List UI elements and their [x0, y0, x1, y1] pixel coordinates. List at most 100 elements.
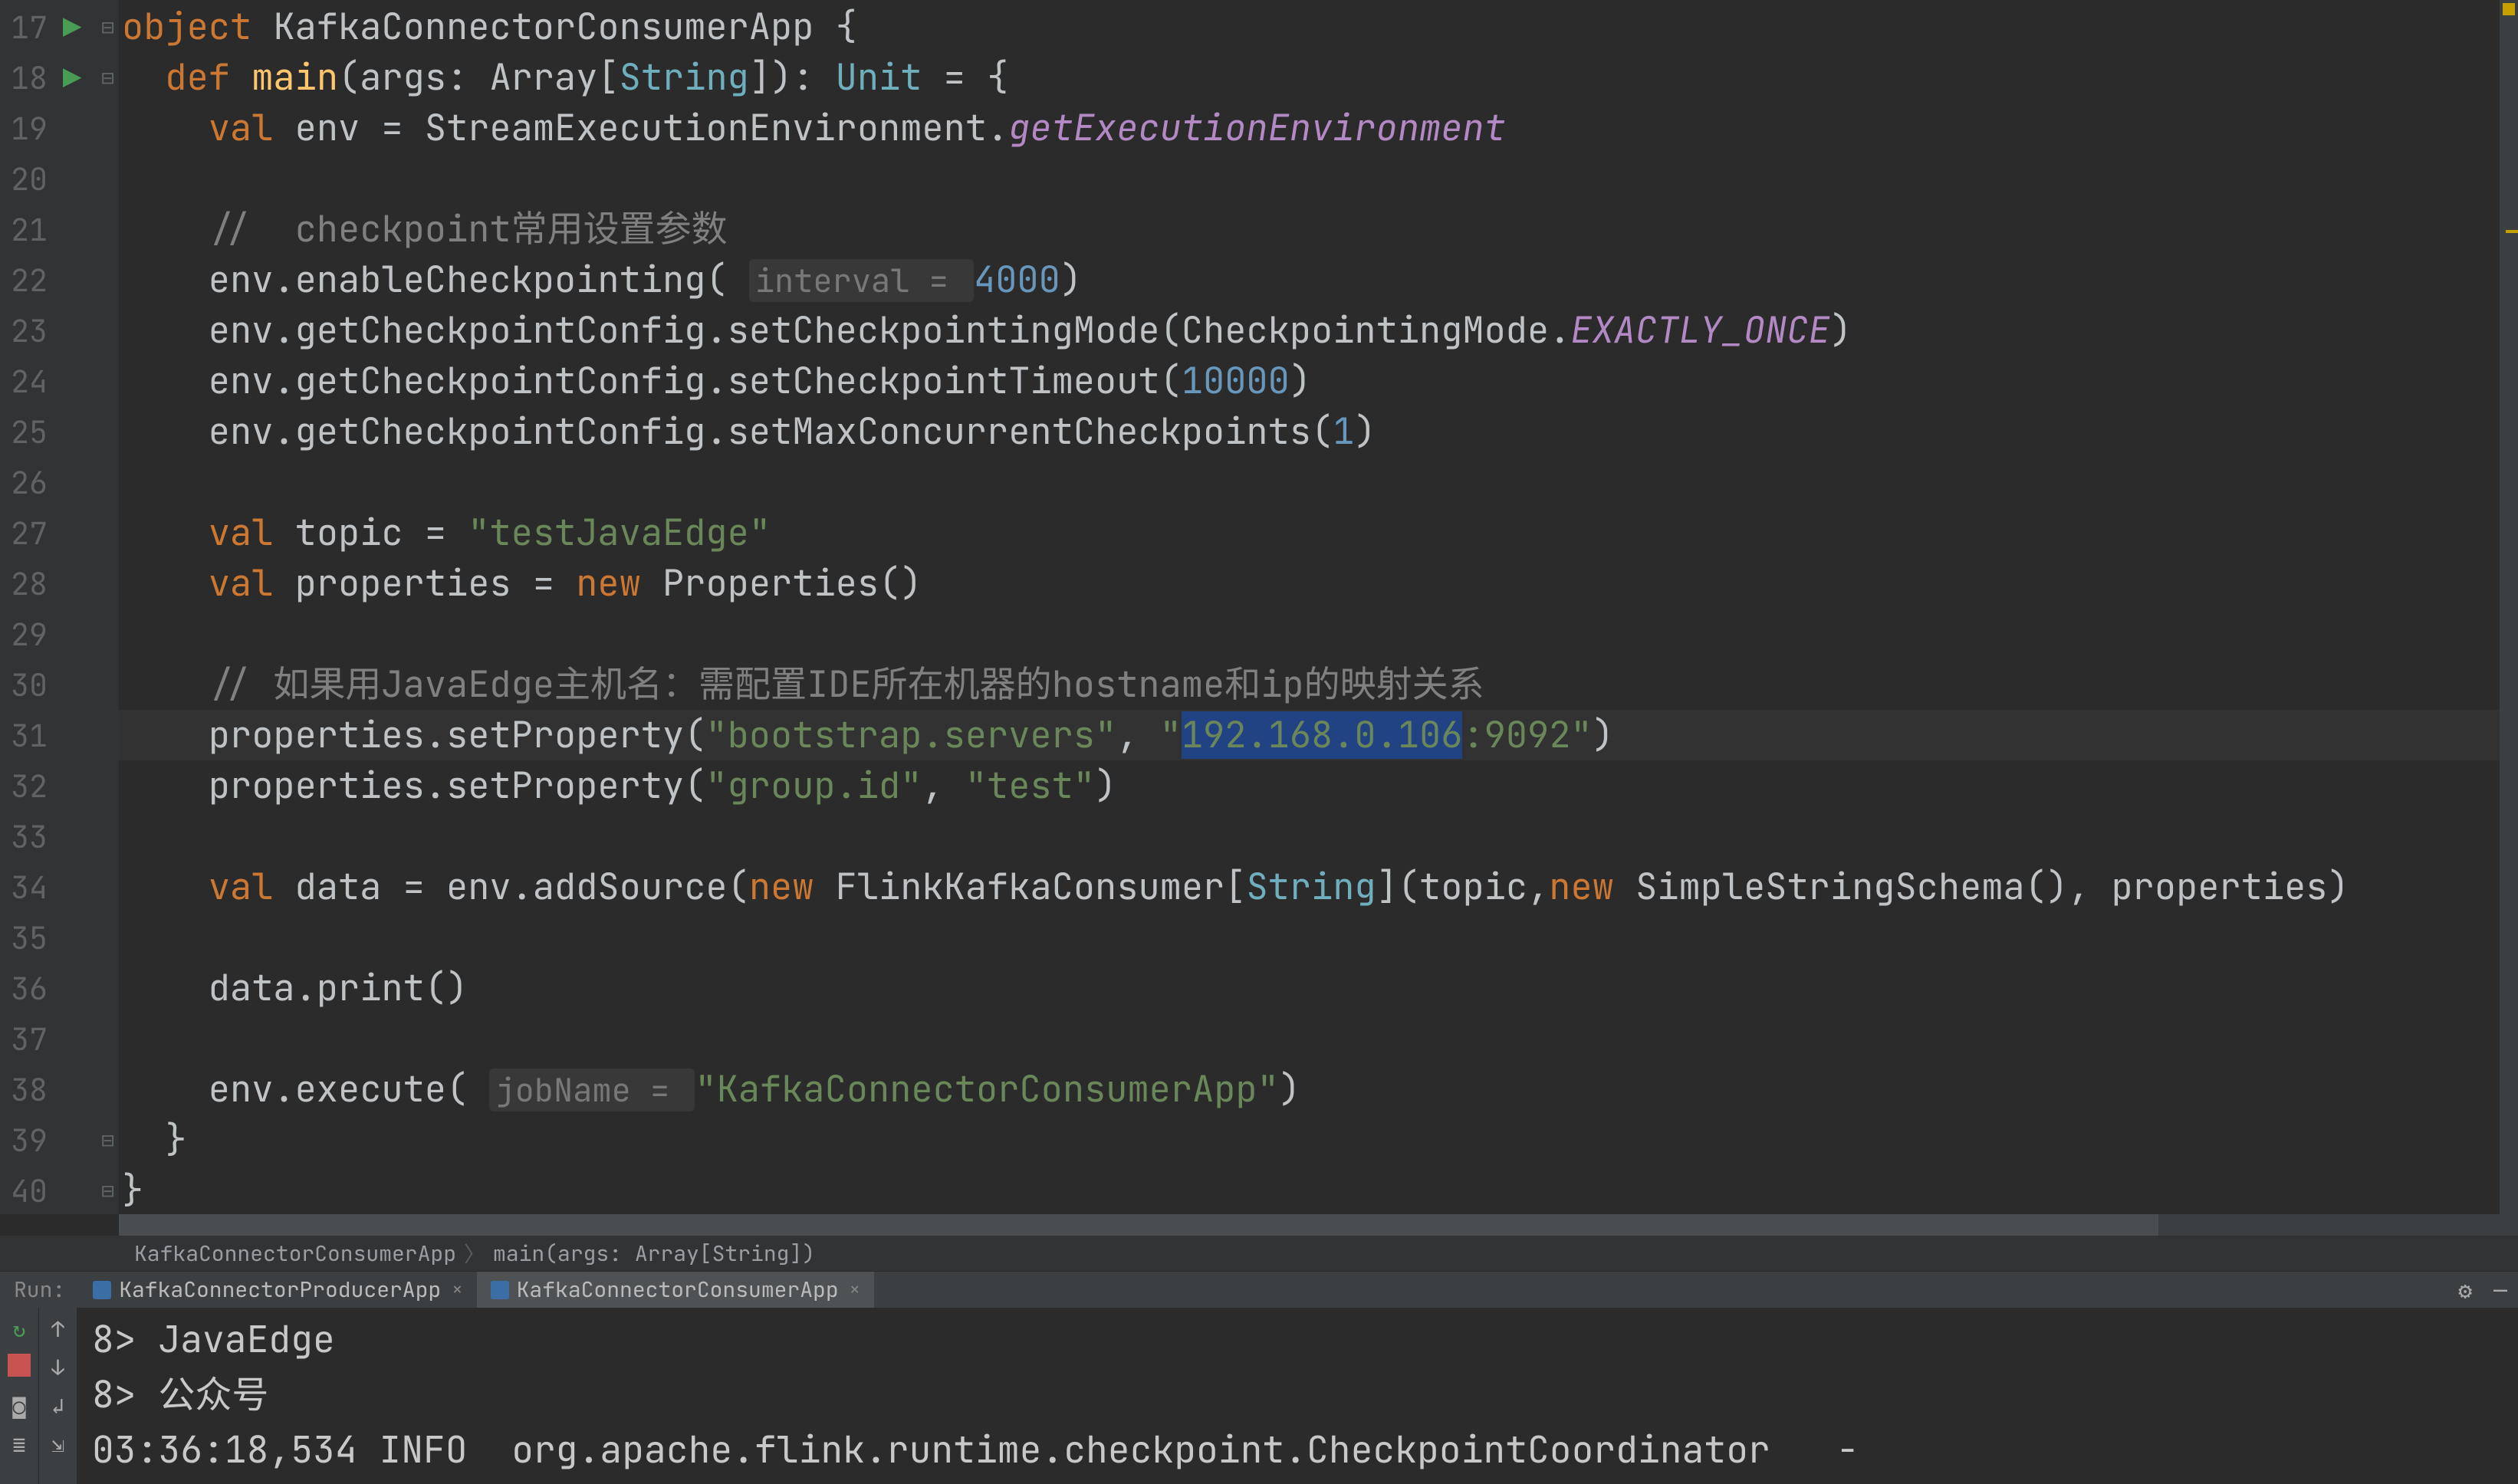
code-token: Array [489, 54, 597, 101]
code-token: } [122, 1116, 187, 1164]
layout-icon[interactable]: ≣ [8, 1430, 31, 1453]
run-tab-consumer[interactable]: KafkaConnectorConsumerApp × [477, 1272, 874, 1308]
code-line[interactable] [119, 912, 2518, 963]
gutter-row: 26 [0, 457, 119, 507]
run-gutter-icon[interactable]: ▶ [63, 7, 81, 48]
code-token: ) [1593, 711, 1614, 759]
code-token: ) [1830, 307, 1852, 354]
code-token: val [209, 104, 295, 152]
code-line[interactable]: object KafkaConnectorConsumerApp { [119, 2, 2518, 52]
code-token: String [620, 54, 749, 101]
code-line[interactable] [119, 153, 2518, 204]
code-line[interactable]: properties.setProperty("bootstrap.server… [119, 710, 2518, 760]
code-token: data = env.addSource( [295, 863, 749, 911]
code-line[interactable]: } [119, 1165, 2518, 1214]
code-token: properties.setProperty( [122, 762, 705, 809]
code-line[interactable]: env.getCheckpointConfig.setCheckpointing… [119, 305, 2518, 356]
close-icon[interactable]: × [850, 1278, 860, 1302]
minimize-icon[interactable]: — [2483, 1275, 2518, 1305]
code-line[interactable]: // checkpoint常用设置参数 [119, 204, 2518, 254]
chevron-right-icon: 〉 [464, 1238, 485, 1269]
breadcrumb-item[interactable]: main(args: Array[String]) [485, 1239, 823, 1268]
code-token: ]): [749, 54, 836, 101]
run-gutter-icon[interactable]: ▶ [63, 57, 81, 98]
code-token: env.enableCheckpointing( [122, 256, 749, 304]
code-line[interactable] [119, 811, 2518, 862]
scala-file-icon [491, 1281, 509, 1299]
gear-icon[interactable]: ⚙ [2447, 1275, 2483, 1305]
gutter-row: 23 [0, 305, 119, 356]
code-line[interactable]: env.execute( jobName = "KafkaConnectorCo… [119, 1064, 2518, 1115]
wrap-icon[interactable]: ↲ [47, 1392, 70, 1415]
line-number: 30 [0, 665, 54, 705]
code-line[interactable]: data.print() [119, 963, 2518, 1013]
code-line[interactable] [119, 457, 2518, 507]
code-line[interactable]: env.getCheckpointConfig.setMaxConcurrent… [119, 406, 2518, 457]
line-number: 28 [0, 563, 54, 604]
gutter: 17▶⊟18▶⊟19202122232425262728293031323334… [0, 0, 119, 1214]
code-line[interactable]: val env = StreamExecutionEnvironment.get… [119, 103, 2518, 153]
fold-icon[interactable]: ⊟ [101, 1126, 114, 1154]
gutter-row: 20 [0, 153, 119, 204]
console-output[interactable]: 8> JavaEdge 8> 公众号 03:36:18,534 INFO org… [77, 1308, 2518, 1484]
down-icon[interactable]: ↓ [47, 1354, 70, 1377]
code-token: ](topic, [1376, 863, 1550, 911]
code-line[interactable] [119, 1013, 2518, 1064]
line-number: 27 [0, 513, 54, 553]
code-token: " [1160, 711, 1182, 759]
up-icon[interactable]: ↑ [47, 1315, 70, 1338]
scrollbar-thumb[interactable] [119, 1214, 2158, 1236]
gutter-row: 24 [0, 356, 119, 406]
code-token: // checkpoint常用设置参数 [209, 205, 728, 253]
console-output-toolbar: ↑ ↓ ↲ ⇲ [38, 1308, 77, 1484]
fold-icon[interactable]: ⊟ [101, 64, 114, 92]
rerun-icon[interactable]: ↻ [8, 1315, 31, 1338]
warning-marker[interactable] [2506, 230, 2518, 233]
code-token: main [251, 54, 338, 101]
scroll-end-icon[interactable]: ⇲ [47, 1430, 70, 1453]
code-token: 1 [1333, 408, 1354, 455]
code-token [122, 104, 209, 152]
code-token: "test" [965, 762, 1095, 809]
camera-icon[interactable]: ◙ [8, 1392, 31, 1415]
close-icon[interactable]: × [452, 1278, 462, 1302]
code-line[interactable] [119, 609, 2518, 659]
fold-icon[interactable]: ⊟ [101, 1177, 114, 1205]
code-token [122, 560, 209, 607]
code-line[interactable]: val topic = "testJavaEdge" [119, 507, 2518, 558]
editor-area: 17▶⊟18▶⊟19202122232425262728293031323334… [0, 0, 2518, 1214]
fold-icon[interactable]: ⊟ [101, 13, 114, 41]
code-token: = { [922, 54, 1008, 101]
code-area[interactable]: object KafkaConnectorConsumerApp { def m… [119, 0, 2518, 1214]
code-token: def [165, 54, 251, 101]
code-line[interactable]: } [119, 1115, 2518, 1165]
code-line[interactable]: val properties = new Properties() [119, 558, 2518, 609]
code-line[interactable]: properties.setProperty("group.id", "test… [119, 760, 2518, 811]
code-line[interactable]: val data = env.addSource(new FlinkKafkaC… [119, 862, 2518, 912]
code-token: KafkaConnectorConsumerApp [273, 3, 835, 51]
code-token: String [1246, 863, 1376, 911]
gutter-row: 18▶⊟ [0, 52, 119, 103]
line-number: 36 [0, 968, 54, 1009]
line-number: 32 [0, 766, 54, 806]
stop-icon[interactable] [8, 1354, 31, 1377]
console-run-toolbar: ↻ ◙ ≣ [0, 1308, 38, 1484]
gutter-row: 19 [0, 103, 119, 153]
horizontal-scrollbar[interactable] [119, 1214, 2518, 1236]
code-token: :9092" [1462, 711, 1592, 759]
run-tab-producer[interactable]: KafkaConnectorProducerApp × [79, 1272, 476, 1308]
code-token [122, 54, 165, 101]
code-line[interactable]: def main(args: Array[String]): Unit = { [119, 52, 2518, 103]
code-line[interactable]: env.getCheckpointConfig.setCheckpointTim… [119, 356, 2518, 406]
code-token [122, 863, 209, 911]
code-line[interactable]: // 如果用JavaEdge主机名：需配置IDE所在机器的hostname和ip… [119, 659, 2518, 710]
inspection-indicator-icon[interactable] [2503, 3, 2515, 15]
code-token: ) [1060, 256, 1082, 304]
gutter-row: 34 [0, 862, 119, 912]
code-token: data.print() [122, 964, 468, 1012]
breadcrumb-item[interactable]: KafkaConnectorConsumerApp [127, 1239, 464, 1268]
code-token: properties.setProperty( [122, 711, 705, 759]
code-token: { [836, 3, 857, 51]
line-number: 25 [0, 412, 54, 452]
code-line[interactable]: env.enableCheckpointing( interval = 4000… [119, 254, 2518, 305]
